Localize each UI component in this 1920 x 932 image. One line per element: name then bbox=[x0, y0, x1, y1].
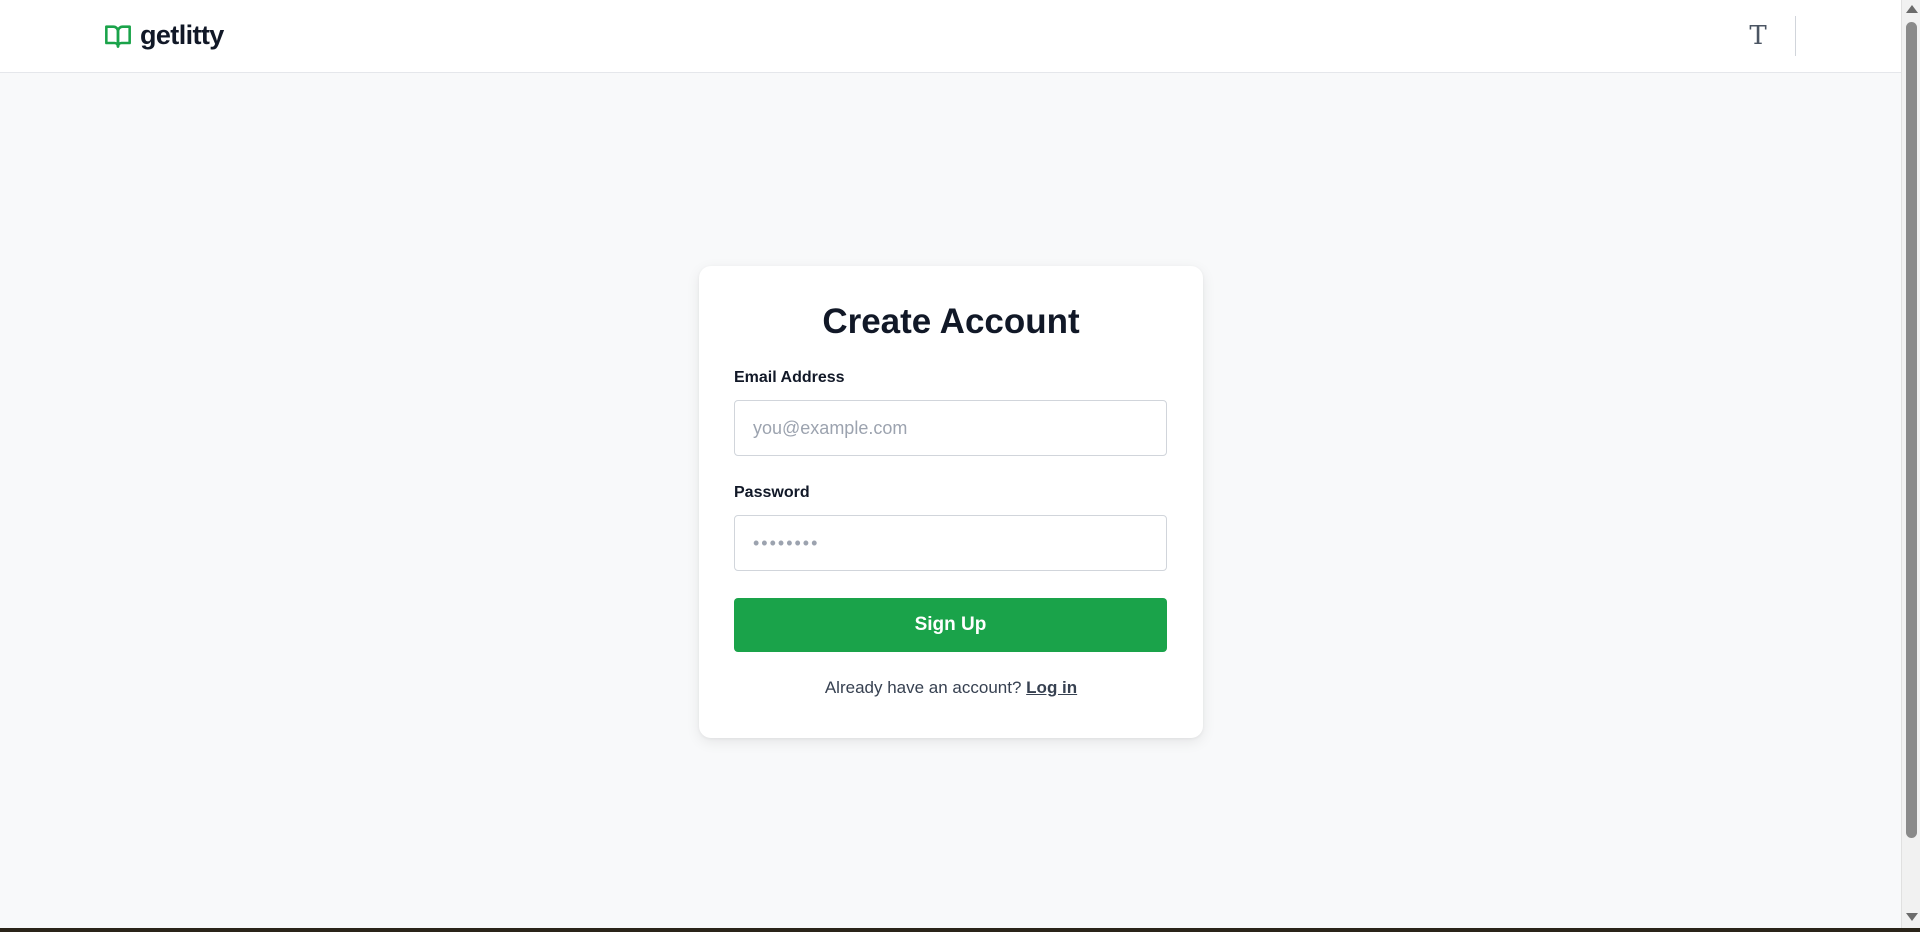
logo-link[interactable]: getlitty bbox=[104, 20, 224, 51]
bottom-edge bbox=[0, 928, 1920, 932]
page-title: Create Account bbox=[822, 302, 1080, 341]
header-divider bbox=[1795, 16, 1796, 56]
app-viewport: getlitty T Create Account Email Address … bbox=[0, 0, 1901, 928]
scrollbar-thumb[interactable] bbox=[1906, 22, 1917, 838]
login-link[interactable]: Log in bbox=[1026, 678, 1077, 697]
font-serif-icon[interactable]: T bbox=[1740, 18, 1776, 54]
vertical-scrollbar[interactable] bbox=[1901, 0, 1920, 928]
top-header: getlitty T bbox=[0, 0, 1901, 73]
login-prompt-text: Already have an account? bbox=[824, 678, 1022, 697]
scroll-down-arrow-icon[interactable] bbox=[1906, 913, 1918, 921]
email-field[interactable] bbox=[734, 400, 1167, 456]
sign-up-button[interactable]: Sign Up bbox=[734, 598, 1167, 652]
email-label: Email Address bbox=[734, 369, 845, 386]
password-field[interactable] bbox=[734, 515, 1167, 571]
password-label: Password bbox=[734, 484, 810, 501]
login-prompt: Already have an account? Log in bbox=[699, 678, 1203, 698]
signup-card: Create Account Email Address Password Si… bbox=[699, 266, 1203, 738]
logo-text: getlitty bbox=[140, 20, 224, 50]
open-book-icon bbox=[104, 22, 132, 50]
scroll-up-arrow-icon[interactable] bbox=[1906, 5, 1918, 13]
